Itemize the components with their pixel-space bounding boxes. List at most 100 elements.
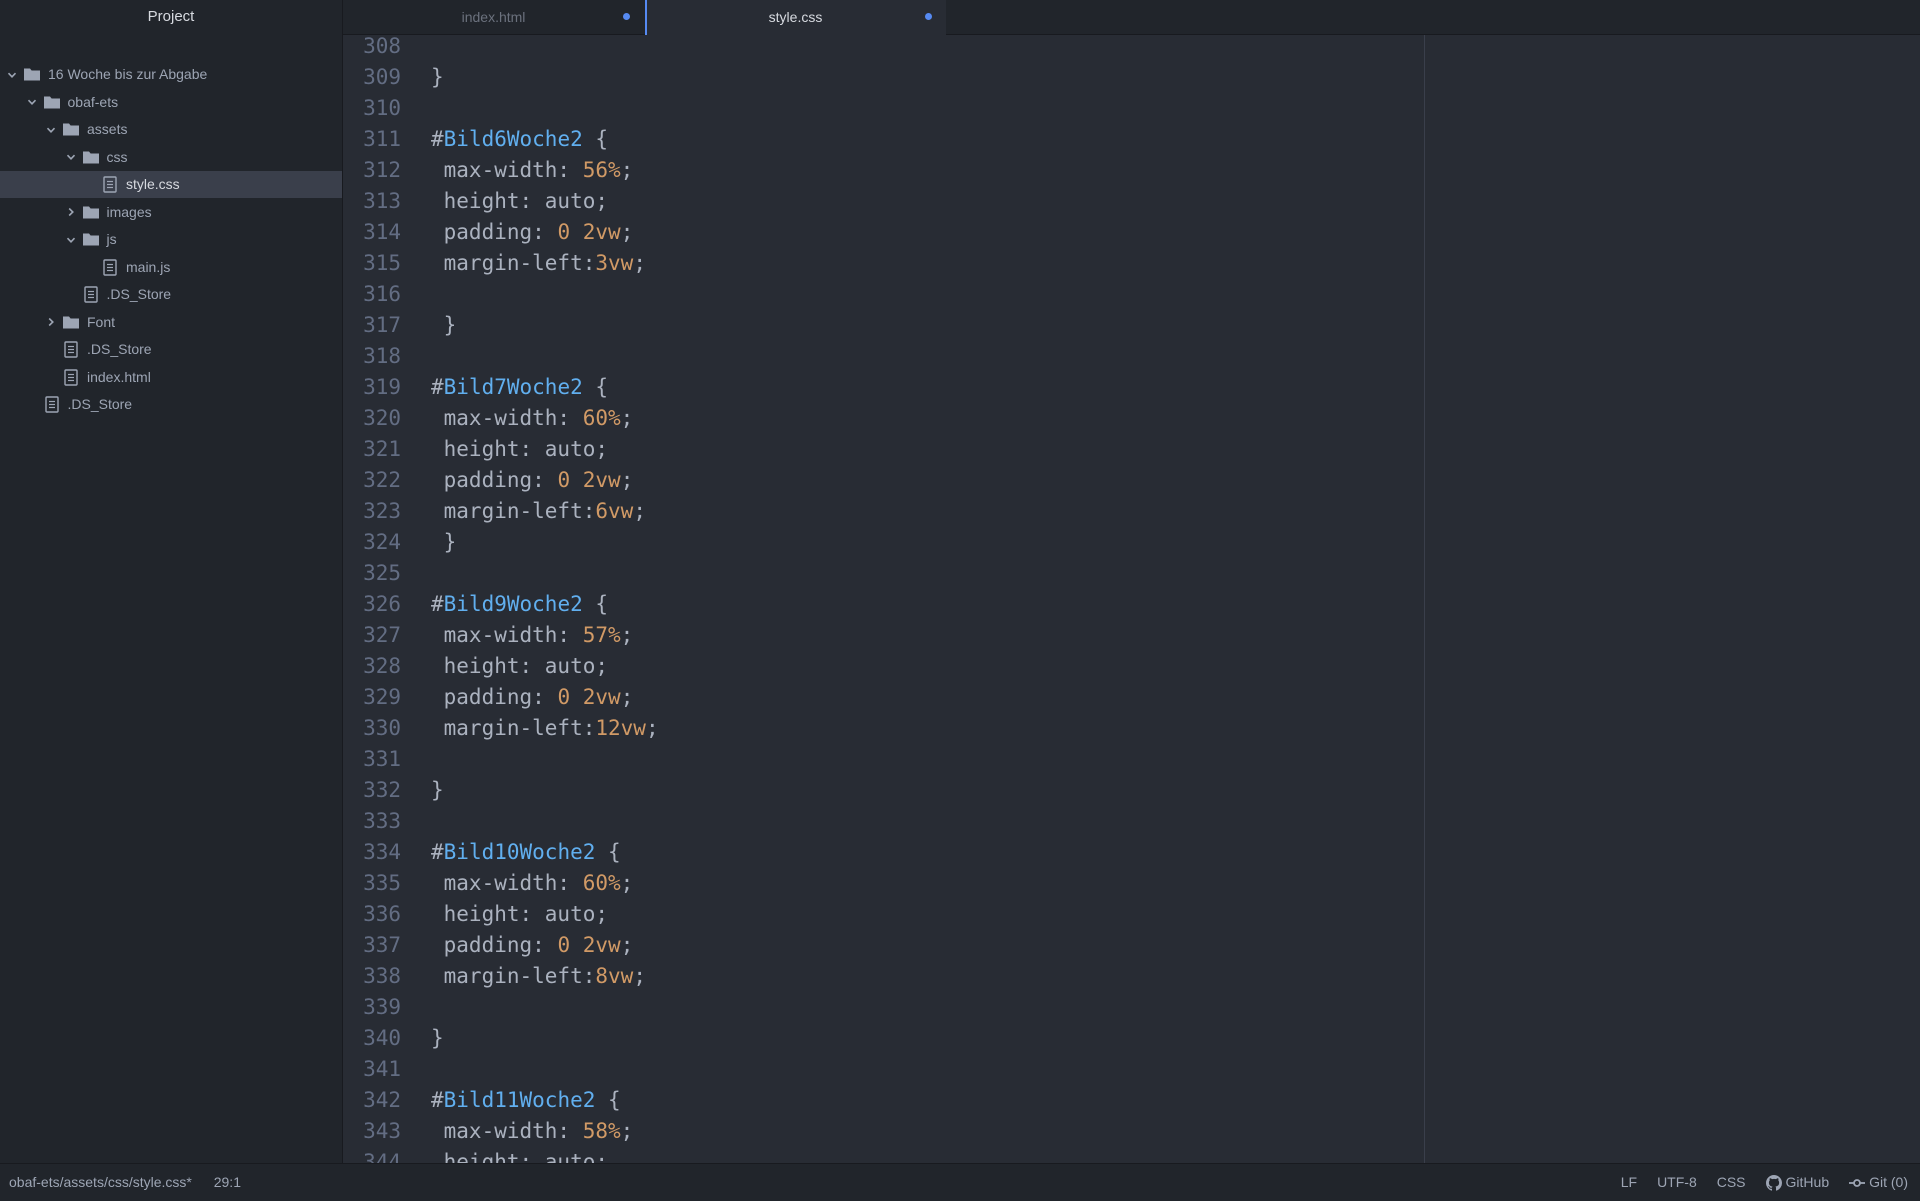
- code-line[interactable]: 343 max-width: 58%;: [343, 1116, 1920, 1147]
- chevron-right-icon[interactable]: [45, 309, 57, 336]
- code-line[interactable]: 321 height: auto;: [343, 434, 1920, 465]
- line-number: 327: [363, 623, 401, 647]
- tree-folder-row[interactable]: js: [0, 226, 342, 253]
- tree-file-row[interactable]: .DS_Store: [0, 281, 342, 308]
- code-token: height: auto;: [431, 1150, 609, 1163]
- project-sidebar: Project 16 Woche bis zur Abgabe obaf-ets a…: [0, 0, 343, 1163]
- cursor-position[interactable]: 29:1: [214, 1174, 241, 1190]
- code-line[interactable]: 340}: [343, 1023, 1920, 1054]
- code-line[interactable]: 310: [343, 93, 1920, 124]
- chevron-down-icon[interactable]: [6, 61, 18, 88]
- code-line[interactable]: 329 padding: 0 2vw;: [343, 682, 1920, 713]
- line-content: height: auto;: [431, 899, 608, 930]
- code-line[interactable]: 317 }: [343, 310, 1920, 341]
- line-content: max-width: 60%;: [431, 868, 634, 899]
- git-button[interactable]: Git (0): [1849, 1164, 1908, 1201]
- encoding-status[interactable]: UTF-8: [1657, 1164, 1697, 1201]
- code-token: padding:: [431, 933, 558, 957]
- code-line[interactable]: 331: [343, 744, 1920, 775]
- code-line[interactable]: 338 margin-left:8vw;: [343, 961, 1920, 992]
- line-number: 319: [363, 375, 401, 399]
- code-line[interactable]: 326 #Bild9Woche2 {: [343, 589, 1920, 620]
- code-line[interactable]: 325: [343, 558, 1920, 589]
- tree-folder-row[interactable]: obaf-ets: [0, 89, 342, 116]
- code-token: ;: [633, 251, 646, 275]
- chevron-down-icon[interactable]: [65, 226, 77, 253]
- code-line[interactable]: 322 padding: 0 2vw;: [343, 465, 1920, 496]
- file-text-icon: [103, 176, 117, 196]
- chevron-right-icon[interactable]: [65, 199, 77, 226]
- tree-file-row[interactable]: index.html: [0, 364, 342, 391]
- code-line[interactable]: 337 padding: 0 2vw;: [343, 930, 1920, 961]
- code-line[interactable]: 333: [343, 806, 1920, 837]
- line-number: 322: [363, 468, 401, 492]
- github-label: GitHub: [1785, 1174, 1830, 1190]
- code-line[interactable]: 328 height: auto;: [343, 651, 1920, 682]
- code-line[interactable]: 344 height: auto;: [343, 1147, 1920, 1163]
- code-line[interactable]: 336 height: auto;: [343, 899, 1920, 930]
- code-line[interactable]: 342 #Bild11Woche2 {: [343, 1085, 1920, 1116]
- chevron-down-icon[interactable]: [65, 144, 77, 171]
- code-line[interactable]: 335 max-width: 60%;: [343, 868, 1920, 899]
- tree-file-row[interactable]: main.js: [0, 254, 342, 281]
- chevron-down-icon[interactable]: [45, 116, 57, 143]
- code-line[interactable]: 308: [343, 35, 1920, 62]
- github-button[interactable]: GitHub: [1765, 1164, 1830, 1201]
- code-token: {: [595, 840, 621, 864]
- code-token: margin-left:: [431, 964, 596, 988]
- code-line[interactable]: 311 #Bild6Woche2 {: [343, 124, 1920, 155]
- code-line[interactable]: 323 margin-left:6vw;: [343, 496, 1920, 527]
- code-line[interactable]: 327 max-width: 57%;: [343, 620, 1920, 651]
- code-token: 2vw: [582, 468, 621, 492]
- tree-folder-row[interactable]: Font: [0, 309, 342, 336]
- tree-item-label: images: [106, 203, 152, 220]
- line-number: 331: [363, 747, 401, 771]
- code-token: height: auto;: [431, 654, 609, 678]
- code-line[interactable]: 324 }: [343, 527, 1920, 558]
- file-text-icon: [83, 286, 98, 306]
- tab-style-css[interactable]: style.css: [645, 0, 946, 35]
- code-token: max-width:: [431, 1119, 583, 1143]
- code-line[interactable]: 312 max-width: 56%;: [343, 155, 1920, 186]
- code-token: ;: [620, 1119, 634, 1143]
- code-line[interactable]: 315 margin-left:3vw;: [343, 248, 1920, 279]
- line-number: 308: [363, 35, 401, 58]
- grammar-status[interactable]: CSS: [1717, 1164, 1746, 1201]
- code-token: padding:: [431, 220, 558, 244]
- code-line[interactable]: 341: [343, 1054, 1920, 1085]
- tab-index-html[interactable]: index.html: [343, 0, 644, 34]
- code-line[interactable]: 334 #Bild10Woche2 {: [343, 837, 1920, 868]
- code-line[interactable]: 320 max-width: 60%;: [343, 403, 1920, 434]
- line-number: 325: [363, 561, 401, 585]
- code-line[interactable]: 330 margin-left:12vw;: [343, 713, 1920, 744]
- code-editor[interactable]: 308 309} 310 311 #Bild6Woche2 {312 max-width…: [343, 35, 1920, 1163]
- tree-file-row[interactable]: .DS_Store: [0, 336, 342, 363]
- code-line[interactable]: 309}: [343, 62, 1920, 93]
- code-line[interactable]: 314 padding: 0 2vw;: [343, 217, 1920, 248]
- file-path-status[interactable]: obaf-ets/assets/css/style.css*: [9, 1174, 192, 1190]
- code-line[interactable]: 316: [343, 279, 1920, 310]
- code-line[interactable]: 332}: [343, 775, 1920, 806]
- tree-folder-row[interactable]: 16 Woche bis zur Abgabe: [0, 61, 342, 88]
- line-content: max-width: 56%;: [431, 155, 634, 186]
- code-line[interactable]: 318: [343, 341, 1920, 372]
- line-ending-status[interactable]: LF: [1621, 1164, 1637, 1201]
- code-line[interactable]: 339: [343, 992, 1920, 1023]
- code-line[interactable]: 313 height: auto;: [343, 186, 1920, 217]
- code-token: ;: [620, 468, 634, 492]
- tree-file-row[interactable]: .DS_Store: [0, 391, 342, 418]
- tree-folder-row[interactable]: css: [0, 144, 342, 171]
- line-content: #Bild7Woche2 {: [431, 372, 608, 403]
- code-token: 0: [557, 220, 571, 244]
- code-token: {: [582, 375, 609, 399]
- code-token: 2vw: [582, 933, 621, 957]
- tree-file-row[interactable]: style.css: [0, 171, 342, 198]
- line-content: }: [431, 527, 457, 558]
- tree-folder-row[interactable]: images: [0, 199, 342, 226]
- code-token: 8vw: [595, 964, 634, 988]
- tree-item-label: assets: [87, 121, 128, 137]
- tree-folder-row[interactable]: assets: [0, 116, 342, 143]
- line-number: 320: [363, 406, 401, 430]
- code-line[interactable]: 319 #Bild7Woche2 {: [343, 372, 1920, 403]
- chevron-down-icon[interactable]: [26, 89, 38, 116]
